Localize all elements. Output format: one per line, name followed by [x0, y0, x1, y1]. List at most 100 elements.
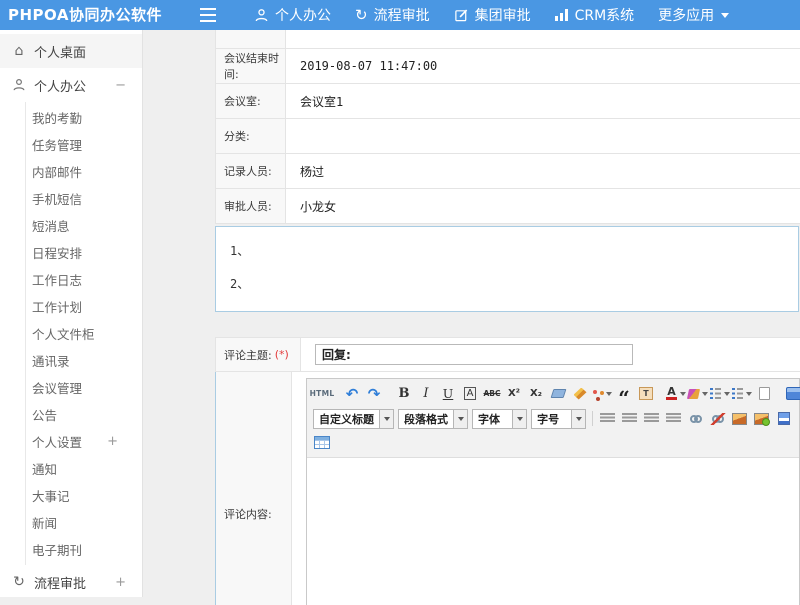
row-value: 2019-08-07 11:47:00	[286, 49, 800, 83]
sidebar-item-my-attendance[interactable]: 我的考勤	[26, 104, 142, 131]
sidebar-item-major-events[interactable]: 大事记	[26, 482, 142, 509]
nav-item-label: 集团审批	[475, 5, 531, 25]
undo-button[interactable]: ↶	[342, 384, 362, 404]
paragraph-format-select[interactable]: 段落格式	[398, 409, 468, 429]
superscript-button[interactable]: X²	[504, 384, 524, 404]
font-color-button[interactable]: A	[666, 384, 686, 404]
row-label-cell	[216, 30, 286, 48]
sidebar-item-notice[interactable]: 通知	[26, 455, 142, 482]
sidebar-item-label: 个人设置	[32, 432, 82, 451]
expand-icon[interactable]: +	[107, 434, 118, 449]
sidebar-item-announcement[interactable]: 公告	[26, 401, 142, 428]
underline-button[interactable]: U	[438, 384, 458, 404]
sidebar-item-label: 大事记	[32, 486, 70, 505]
toolbar-row-2: 自定义标题 段落格式 字体 字号	[311, 406, 795, 431]
fullscreen-button[interactable]	[784, 384, 800, 404]
nav-item-group-approval[interactable]: 集团审批	[442, 0, 543, 30]
row-label: 分类:	[216, 119, 286, 153]
person-icon	[10, 78, 28, 92]
insert-pagebreak-button[interactable]	[774, 409, 794, 429]
highlight-button[interactable]	[688, 384, 708, 404]
align-center-button[interactable]	[620, 409, 640, 429]
format-brush-button[interactable]	[570, 384, 590, 404]
sidebar-item-work-diary[interactable]: 工作日志	[26, 266, 142, 293]
font-family-select[interactable]: 字体	[472, 409, 527, 429]
subscript-button[interactable]: X₂	[526, 384, 546, 404]
editor-content-area[interactable]	[307, 458, 799, 605]
redo-button[interactable]: ↷	[364, 384, 384, 404]
new-document-button[interactable]	[754, 384, 774, 404]
insert-image-button[interactable]	[730, 409, 750, 429]
insert-table-button[interactable]	[312, 433, 332, 453]
sidebar-item-sms[interactable]: 手机短信	[26, 185, 142, 212]
paragraph-select-value: 段落格式	[399, 411, 453, 427]
sidebar-item-internal-mail[interactable]: 内部邮件	[26, 158, 142, 185]
align-left-button[interactable]	[598, 409, 618, 429]
sidebar-item-contacts[interactable]: 通讯录	[26, 347, 142, 374]
nav-item-label: CRM系统	[575, 5, 635, 25]
nav-item-process-approval[interactable]: ↻ 流程审批	[343, 0, 442, 30]
sidebar-item-personal-office[interactable]: 个人办公 −	[0, 68, 142, 102]
hamburger-menu-icon[interactable]	[200, 8, 216, 22]
source-code-button[interactable]: HTML	[312, 384, 332, 404]
table-row-recorder: 记录人员: 杨过	[216, 154, 800, 189]
link-icon	[690, 415, 702, 423]
sidebar-item-work-plan[interactable]: 工作计划	[26, 293, 142, 320]
sidebar-item-label: 个人桌面	[34, 42, 86, 61]
nav-item-more-apps[interactable]: 更多应用	[646, 0, 741, 30]
nav-item-crm-system[interactable]: CRM系统	[543, 0, 647, 30]
editor-toolbar: HTML ↶ ↷ B I U A ABC X² X₂	[307, 379, 799, 458]
paste-plain-text-button[interactable]: T	[636, 384, 656, 404]
italic-button[interactable]: I	[416, 384, 436, 404]
sidebar-item-news[interactable]: 新闻	[26, 509, 142, 536]
toolbar-separator	[592, 411, 593, 426]
sidebar-item-task-management[interactable]: 任务管理	[26, 131, 142, 158]
sidebar-item-label: 新闻	[32, 513, 57, 532]
chevron-down-icon	[724, 392, 730, 396]
sidebar-item-personal-desktop[interactable]: ⌂ 个人桌面	[0, 34, 142, 68]
image-icon	[732, 413, 747, 425]
collapse-icon[interactable]: −	[115, 78, 126, 93]
bold-button[interactable]: B	[394, 384, 414, 404]
insert-link-button[interactable]	[686, 409, 706, 429]
sidebar-item-label: 手机短信	[32, 189, 82, 208]
sidebar-item-short-message[interactable]: 短消息	[26, 212, 142, 239]
font-color-icon: A	[666, 387, 677, 400]
sidebar-item-meeting-management[interactable]: 会议管理	[26, 374, 142, 401]
sidebar-item-label: 通讯录	[32, 351, 70, 370]
justify-button[interactable]	[664, 409, 684, 429]
expand-icon[interactable]: +	[115, 575, 126, 590]
sidebar-item-label: 我的考勤	[32, 108, 82, 127]
comment-subject-input[interactable]	[315, 344, 633, 365]
sidebar-item-personal-settings[interactable]: 个人设置 +	[26, 428, 142, 455]
required-mark: (*)	[275, 348, 289, 361]
font-family-select-value: 字体	[473, 411, 512, 427]
nav-item-personal-office[interactable]: 个人办公	[242, 0, 343, 30]
sidebar: ⌂ 个人桌面 个人办公 − 我的考勤 任务管理 内部邮件 手机短信 短消息 日程…	[0, 30, 143, 597]
quick-format-button[interactable]	[592, 384, 612, 404]
justify-icon	[666, 413, 681, 424]
heading-select[interactable]: 自定义标题	[313, 409, 394, 429]
remove-link-button[interactable]	[708, 409, 728, 429]
table-row-category: 分类:	[216, 119, 800, 154]
sidebar-item-e-journal[interactable]: 电子期刊	[26, 536, 142, 563]
highlight-pen-icon	[687, 389, 700, 399]
ordered-list-button[interactable]	[710, 384, 730, 404]
sidebar-item-personal-files[interactable]: 个人文件柜	[26, 320, 142, 347]
align-right-button[interactable]	[642, 409, 662, 429]
align-right-icon	[644, 413, 659, 424]
row-value: 杨过	[286, 154, 800, 188]
top-navigation-bar: PHPOA协同办公软件 个人办公 ↻ 流程审批 集团审批 CRM系统	[0, 0, 800, 30]
rich-text-editor: HTML ↶ ↷ B I U A ABC X² X₂	[306, 378, 800, 605]
remove-format-button[interactable]	[548, 384, 568, 404]
comment-subject-label: 评论主题:	[224, 347, 272, 363]
font-style-button[interactable]: A	[464, 387, 477, 400]
strikethrough-button[interactable]: ABC	[482, 384, 502, 404]
font-size-select[interactable]: 字号	[531, 409, 586, 429]
insert-multimedia-button[interactable]	[752, 409, 772, 429]
unordered-list-button[interactable]	[732, 384, 752, 404]
content-line: 1、	[230, 243, 798, 259]
sidebar-item-schedule[interactable]: 日程安排	[26, 239, 142, 266]
blockquote-button[interactable]: “	[614, 384, 634, 404]
sidebar-item-process-approval[interactable]: ↻ 流程审批 +	[0, 565, 142, 599]
